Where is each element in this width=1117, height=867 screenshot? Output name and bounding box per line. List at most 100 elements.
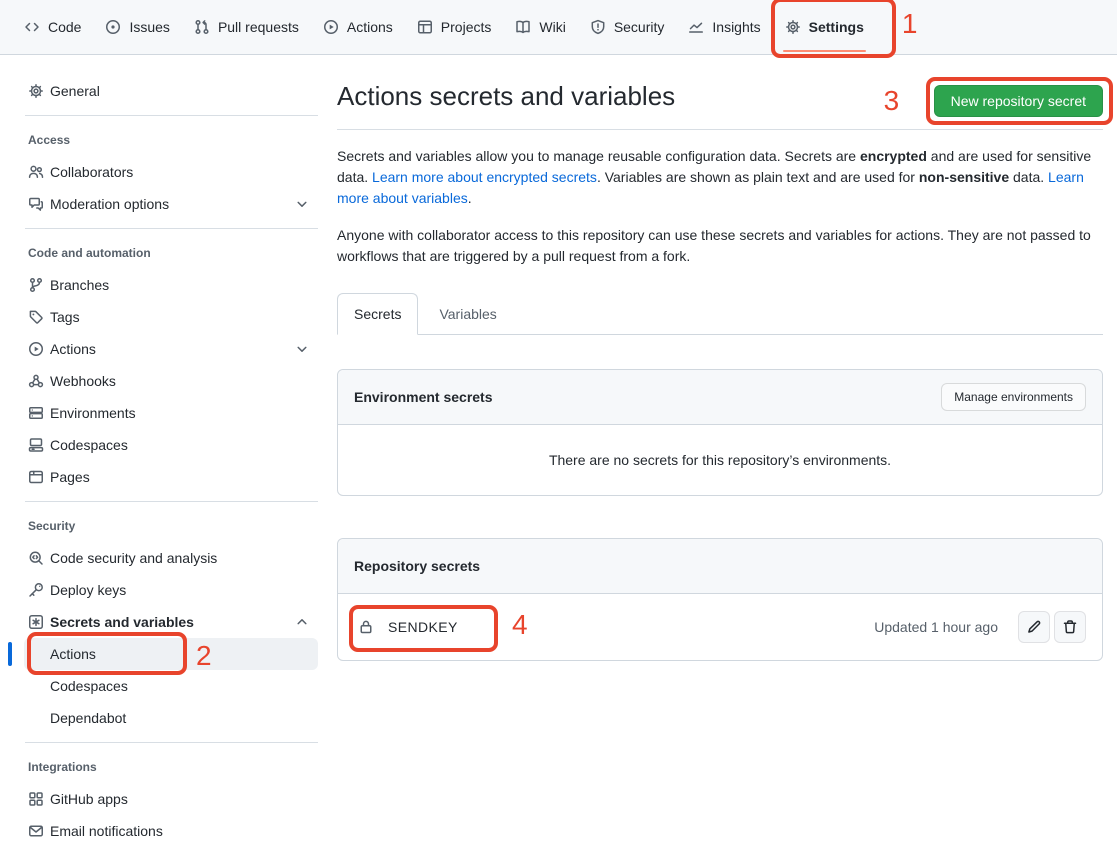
secret-name: SENDKEY (388, 619, 458, 635)
sidebar-section-header-code-and-automation: Code and automation (28, 237, 330, 269)
sidebar-item-tags[interactable]: Tags (24, 301, 318, 333)
server-icon (28, 405, 44, 421)
nav-item-actions[interactable]: Actions (315, 11, 401, 43)
environment-secrets-header: Environment secrets Manage environments (338, 370, 1102, 425)
sidebar-item-label: Secrets and variables (50, 614, 194, 630)
nav-item-issues[interactable]: Issues (97, 11, 177, 43)
sidebar-item-codespaces[interactable]: Codespaces (24, 429, 318, 461)
intro-paragraph: Secrets and variables allow you to manag… (337, 146, 1103, 209)
secrets-variables-tabnav: SecretsVariables (337, 293, 1103, 335)
nav-item-label: Wiki (539, 19, 565, 35)
repository-secrets-box: Repository secrets SENDKEY4Updated 1 hou… (337, 538, 1103, 661)
book-icon (515, 19, 531, 35)
title-divider (337, 129, 1103, 130)
sidebar-item-label: Tags (50, 309, 80, 325)
tag-icon (28, 309, 44, 325)
sidebar-item-deploy-keys[interactable]: Deploy keys (24, 574, 318, 606)
inline-link[interactable]: Learn more about encrypted secrets (372, 169, 597, 185)
chevron-up-icon (294, 614, 310, 630)
sidebar-item-code-security-and-analysis[interactable]: Code security and analysis (24, 542, 318, 574)
sidebar-item-label: Branches (50, 277, 109, 293)
body-text: . (468, 190, 472, 206)
codespaces-icon (28, 437, 44, 453)
nav-item-pull-requests[interactable]: Pull requests (186, 11, 307, 43)
nav-item-label: Insights (712, 19, 760, 35)
sidebar-item-email-notifications[interactable]: Email notifications (24, 815, 318, 847)
nav-item-label: Code (48, 19, 81, 35)
sidebar-item-label: Collaborators (50, 164, 133, 180)
delete-secret-button[interactable] (1054, 611, 1086, 643)
active-tab-underline (783, 50, 866, 52)
sidebar-item-codespaces[interactable]: Codespaces (24, 670, 318, 702)
environment-secrets-empty-text: There are no secrets for this repository… (338, 425, 1102, 495)
sidebar-item-collaborators[interactable]: Collaborators (24, 156, 318, 188)
sidebar-item-secrets-and-variables[interactable]: Secrets and variables (24, 606, 318, 638)
sidebar-item-label: GitHub apps (50, 791, 128, 807)
sidebar-item-environments[interactable]: Environments (24, 397, 318, 429)
table-icon (417, 19, 433, 35)
asterisk-box-icon (28, 614, 44, 630)
people-icon (28, 164, 44, 180)
edit-secret-button[interactable] (1018, 611, 1050, 643)
sidebar-item-actions[interactable]: Actions (24, 333, 318, 365)
bold-text: encrypted (860, 148, 927, 164)
nav-item-insights[interactable]: Insights (680, 11, 768, 43)
nav-item-projects[interactable]: Projects (409, 11, 500, 43)
bold-text: non-sensitive (919, 169, 1009, 185)
sidebar-item-label: Codespaces (50, 437, 128, 453)
sidebar-divider (25, 501, 318, 502)
sidebar-item-dependabot[interactable]: Dependabot (24, 702, 318, 734)
annotation-number-4: 4 (512, 611, 528, 639)
sidebar-item-github-apps[interactable]: GitHub apps (24, 783, 318, 815)
git-pull-request-icon (194, 19, 210, 35)
play-icon (323, 19, 339, 35)
sidebar-section-header-security: Security (28, 510, 330, 542)
sidebar-item-label: Actions (50, 646, 96, 662)
nav-item-label: Security (614, 19, 665, 35)
key-icon (28, 582, 44, 598)
sidebar-item-label: General (50, 83, 100, 99)
sidebar-item-pages[interactable]: Pages (24, 461, 318, 493)
sidebar-item-label: Code security and analysis (50, 550, 217, 566)
sidebar-item-webhooks[interactable]: Webhooks (24, 365, 318, 397)
tab-variables[interactable]: Variables (418, 293, 517, 335)
sidebar-item-general[interactable]: General (24, 75, 318, 107)
chevron-down-icon (294, 196, 310, 212)
sidebar-item-actions[interactable]: Actions2 (24, 638, 318, 670)
webhook-icon (28, 373, 44, 389)
nav-item-settings[interactable]: Settings1 (777, 11, 872, 43)
sidebar-divider (25, 228, 318, 229)
issue-opened-icon (105, 19, 121, 35)
apps-icon (28, 791, 44, 807)
sidebar-item-moderation-options[interactable]: Moderation options (24, 188, 318, 220)
main-content: Actions secrets and variables New reposi… (337, 55, 1103, 661)
nav-item-code[interactable]: Code (16, 11, 89, 43)
tab-secrets[interactable]: Secrets (337, 293, 418, 335)
nav-item-label: Projects (441, 19, 492, 35)
mail-icon (28, 823, 44, 839)
sidebar-item-label: Actions (50, 341, 96, 357)
play-icon (28, 341, 44, 357)
gear-icon (785, 19, 801, 35)
sidebar-item-label: Webhooks (50, 373, 116, 389)
page-title: Actions secrets and variables (337, 81, 675, 111)
sidebar-item-branches[interactable]: Branches (24, 269, 318, 301)
sidebar-section-header-access: Access (28, 124, 330, 156)
nav-item-security[interactable]: Security (582, 11, 673, 43)
environment-secrets-title: Environment secrets (354, 389, 493, 405)
repository-secrets-title: Repository secrets (354, 558, 480, 574)
nav-item-wiki[interactable]: Wiki (507, 11, 573, 43)
sidebar-divider (25, 115, 318, 116)
graph-icon (688, 19, 704, 35)
secret-name-wrap: SENDKEY4 (358, 619, 458, 635)
nav-item-label: Pull requests (218, 19, 299, 35)
sidebar-item-label: Environments (50, 405, 136, 421)
manage-environments-button[interactable]: Manage environments (941, 383, 1086, 411)
sidebar-item-label: Email notifications (50, 823, 163, 839)
lock-icon (358, 619, 374, 635)
new-repository-secret-button[interactable]: New repository secret (934, 85, 1103, 117)
sidebar-item-label: Dependabot (50, 710, 126, 726)
nav-item-label: Issues (129, 19, 169, 35)
sidebar-item-label: Moderation options (50, 196, 169, 212)
secret-row-actions (1018, 611, 1086, 643)
